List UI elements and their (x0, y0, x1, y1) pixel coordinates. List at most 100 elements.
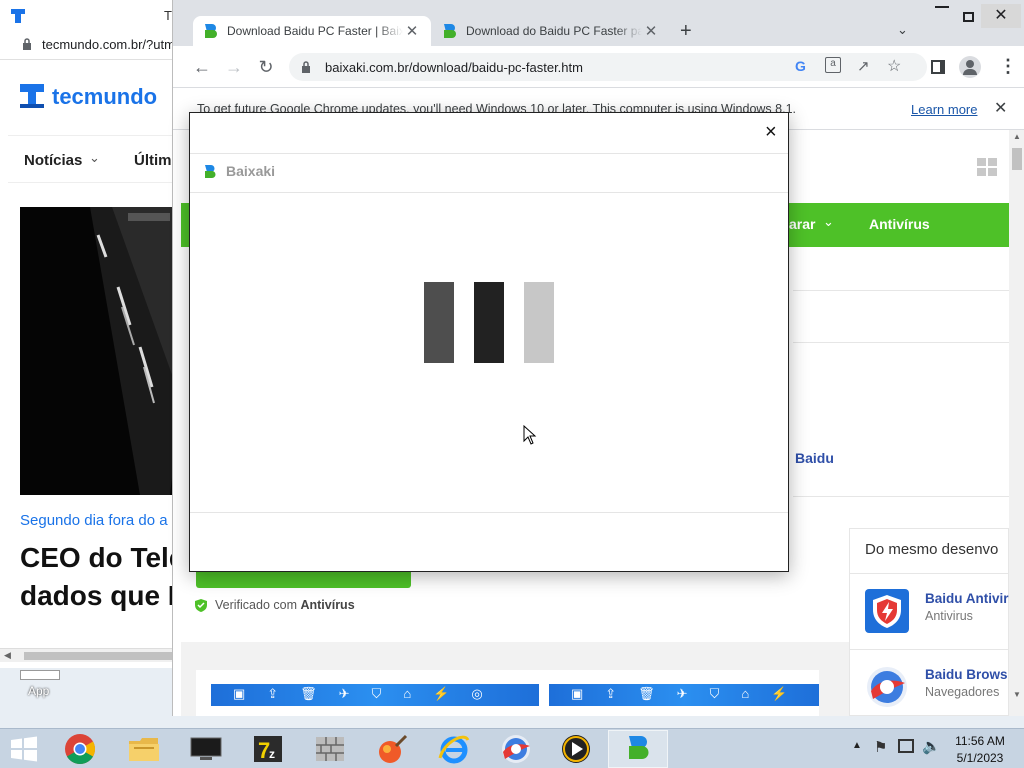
clock-time[interactable]: 11:56 AM (954, 734, 1006, 748)
taskbar-baixaki-active[interactable] (608, 730, 668, 768)
forward-arrow-icon[interactable]: → (221, 54, 247, 80)
monitor-icon (190, 737, 222, 760)
promo-banner-left[interactable]: ▣⇪🗑✈⛉⌂⚡◎ (211, 684, 539, 706)
loading-bar (524, 282, 554, 363)
tab-close-icon[interactable]: ✕ (403, 22, 421, 40)
tray-expand-icon[interactable]: ▲ (852, 740, 862, 751)
taskbar-paint[interactable] (362, 730, 422, 768)
back-arrow-icon[interactable]: ← (189, 54, 215, 80)
taskbar-file-explorer[interactable] (114, 730, 174, 768)
related-item[interactable]: Baidu Brows Navegadores (850, 659, 1010, 716)
baixaki-logo-icon (205, 165, 216, 178)
baixaki-favicon-icon (205, 24, 217, 38)
article-headline-line-2[interactable]: dados que H (20, 580, 179, 612)
article-kicker[interactable]: Segundo dia fora do a (20, 512, 168, 529)
toolbar-icons-row: ▣⇪🗑✈⛉⌂⚡ (571, 686, 810, 701)
baixaki-favicon-icon (444, 24, 456, 38)
background-browser-window[interactable]: T tecmundo.com.br/?utm tecmundo Notícias… (0, 0, 180, 668)
grid-menu-icon[interactable] (977, 158, 997, 176)
loading-bar (424, 282, 454, 363)
background-address-bar[interactable]: tecmundo.com.br/?utm (0, 30, 179, 60)
promo-banner-right[interactable]: ▣⇪🗑✈⛉⌂⚡ (549, 684, 819, 706)
scrollbar-thumb[interactable] (1012, 148, 1022, 170)
scroll-up-icon[interactable]: ▲ (1013, 132, 1021, 141)
tecmundo-header: tecmundo (8, 68, 179, 126)
tab-baixaki-active[interactable]: Download Baidu PC Faster | Baixaki ✕ (193, 16, 431, 46)
taskbar-7zip[interactable]: 7 z (238, 730, 298, 768)
reload-icon[interactable]: ↻ (253, 54, 279, 80)
divider (793, 496, 1009, 497)
network-icon[interactable] (898, 739, 914, 753)
background-title-fragment: T (164, 8, 172, 23)
loading-bar (474, 282, 504, 363)
nav-antivirus[interactable]: Antivírus (869, 216, 930, 232)
taskbar-chrome[interactable] (50, 730, 110, 768)
article-headline-line-1[interactable]: CEO do Tele (20, 542, 179, 574)
modal-divider (190, 153, 788, 154)
chevron-down-icon: ⌄ (823, 214, 834, 229)
related-item-name[interactable]: Baidu Antivir (925, 591, 1009, 606)
related-item[interactable]: Baidu Antivir Antivirus (850, 583, 1010, 647)
url-text[interactable]: baixaki.com.br/download/baidu-pc-faster.… (325, 60, 583, 75)
shield-check-icon (195, 599, 207, 612)
scroll-down-icon[interactable]: ▼ (1013, 690, 1021, 699)
google-icon[interactable]: G (795, 58, 806, 74)
maximize-icon[interactable] (963, 12, 974, 22)
baixaki-logo-icon (629, 736, 649, 759)
media-player-icon (562, 735, 590, 763)
background-titlebar[interactable]: T (0, 0, 179, 30)
tab-close-icon[interactable]: ✕ (642, 22, 660, 40)
baidu-antivirus-app-icon (865, 589, 909, 633)
scroll-left-icon[interactable]: ◀ (4, 650, 11, 661)
background-url: tecmundo.com.br/?utm (42, 37, 175, 52)
translate-icon[interactable]: a (825, 57, 841, 73)
tecmundo-favicon-icon (11, 9, 25, 23)
modal-close-button[interactable]: × (765, 121, 777, 144)
horizontal-scrollbar[interactable]: ◀ (0, 648, 179, 662)
baidu-browser-icon (502, 735, 530, 763)
related-item-name[interactable]: Baidu Brows (925, 667, 1008, 682)
baidu-link[interactable]: Baidu (795, 450, 834, 466)
taskbar-internet-explorer[interactable] (424, 730, 484, 768)
nav-comparar[interactable]: arar (789, 216, 815, 232)
tab-baixaki-2[interactable]: Download do Baidu PC Faster para ✕ (432, 16, 670, 46)
share-icon[interactable]: ↗ (857, 57, 870, 75)
action-center-flag-icon[interactable]: ⚑ (874, 738, 887, 756)
menu-kebab-icon[interactable]: ⋮ (999, 56, 1017, 77)
chevron-down-icon: ⌄ (89, 150, 100, 165)
volume-muted-icon[interactable]: 🔈 (922, 737, 941, 755)
desktop-icon-label: App (28, 684, 50, 698)
modal-divider (190, 192, 788, 193)
scrollbar-thumb[interactable] (24, 652, 172, 660)
bookmark-star-icon[interactable]: ☆ (887, 56, 901, 76)
minimize-icon[interactable] (935, 6, 949, 8)
infobar-close-icon[interactable]: ✕ (994, 98, 1007, 118)
windows-taskbar: 7 z ▲ ⚑ 🔈 11:56 AM 5/1/2023 (0, 728, 1024, 768)
tab-title: Download do Baidu PC Faster para (466, 24, 642, 38)
browser-toolbar: ← → ↻ baixaki.com.br/download/baidu-pc-f… (173, 46, 1024, 88)
address-bar[interactable]: baixaki.com.br/download/baidu-pc-faster.… (289, 53, 927, 81)
profile-avatar-icon[interactable] (959, 56, 981, 78)
start-button[interactable] (0, 730, 48, 768)
tab-search-chevron-icon[interactable]: ⌄ (897, 22, 908, 38)
divider (793, 342, 1009, 343)
clock-date[interactable]: 5/1/2023 (954, 751, 1006, 765)
side-panel-icon[interactable] (931, 60, 945, 74)
internet-explorer-icon (438, 735, 470, 764)
taskbar-terminal[interactable] (176, 730, 236, 768)
nav-noticias[interactable]: Notícias (24, 152, 82, 169)
tecmundo-wordmark[interactable]: tecmundo (52, 84, 157, 110)
taskbar-media-player[interactable] (546, 730, 606, 768)
desktop-icon-app[interactable] (20, 670, 60, 680)
lock-icon (23, 38, 31, 50)
taskbar-app-grid[interactable] (300, 730, 360, 768)
learn-more-link[interactable]: Learn more (911, 102, 977, 117)
related-panel-title: Do mesmo desenvo (865, 541, 999, 558)
window-close-icon[interactable]: ✕ (981, 4, 1021, 28)
vertical-scrollbar[interactable]: ▲ ▼ (1009, 130, 1024, 716)
tecmundo-logo-icon[interactable] (20, 84, 44, 110)
article-image[interactable] (20, 207, 179, 495)
taskbar-baidu-app[interactable] (486, 730, 546, 768)
nav-ultimas[interactable]: Últim (134, 152, 172, 169)
new-tab-button[interactable]: + (680, 20, 692, 43)
